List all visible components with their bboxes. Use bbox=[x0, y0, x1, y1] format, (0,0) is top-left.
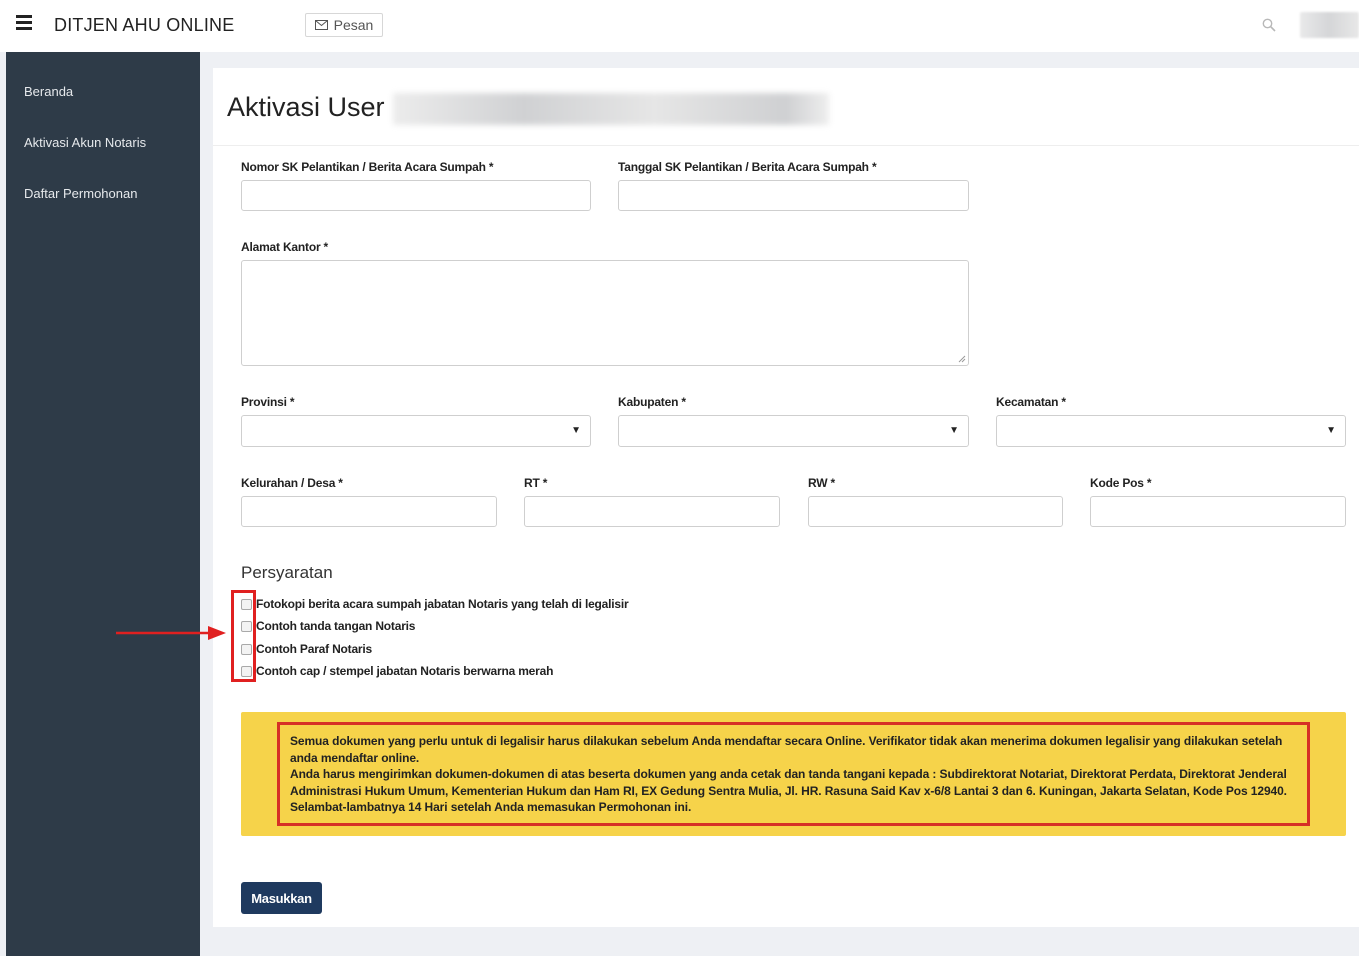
rw-label: RW * bbox=[808, 476, 835, 490]
requirement-item[interactable]: Contoh Paraf Notaris bbox=[241, 639, 372, 659]
submit-button[interactable]: Masukkan bbox=[241, 882, 322, 914]
redacted-user-name bbox=[393, 93, 829, 125]
sidebar: Beranda Aktivasi Akun Notaris Daftar Per… bbox=[6, 52, 200, 956]
chevron-down-icon: ▼ bbox=[571, 425, 581, 436]
tanggal-sk-label: Tanggal SK Pelantikan / Berita Acara Sum… bbox=[618, 160, 877, 174]
kabupaten-select[interactable]: ▼ bbox=[618, 415, 969, 447]
hamburger-menu-icon[interactable] bbox=[16, 15, 36, 35]
kelurahan-label: Kelurahan / Desa * bbox=[241, 476, 343, 490]
title-divider bbox=[213, 145, 1359, 146]
checkbox-highlight-box bbox=[231, 590, 256, 682]
requirement-label: Contoh cap / stempel jabatan Notaris ber… bbox=[256, 664, 554, 678]
notice-highlight-box: Semua dokumen yang perlu untuk di legali… bbox=[277, 722, 1310, 826]
requirement-item[interactable]: Contoh cap / stempel jabatan Notaris ber… bbox=[241, 661, 553, 681]
requirement-label: Contoh Paraf Notaris bbox=[256, 642, 373, 656]
tanggal-sk-input[interactable] bbox=[618, 180, 969, 211]
app-title[interactable]: DITJEN AHU ONLINE bbox=[54, 15, 234, 36]
kode-pos-label: Kode Pos * bbox=[1090, 476, 1152, 490]
rw-input[interactable] bbox=[808, 496, 1063, 527]
chevron-down-icon: ▼ bbox=[1326, 425, 1336, 436]
alamat-kantor-label: Alamat Kantor * bbox=[241, 240, 329, 254]
chevron-down-icon: ▼ bbox=[949, 425, 959, 436]
kecamatan-select[interactable]: ▼ bbox=[996, 415, 1346, 447]
notice-banner: Semua dokumen yang perlu untuk di legali… bbox=[241, 712, 1346, 836]
requirement-item[interactable]: Fotokopi berita acara sumpah jabatan Not… bbox=[241, 594, 629, 614]
kabupaten-label: Kabupaten * bbox=[618, 395, 686, 409]
kode-pos-input[interactable] bbox=[1090, 496, 1346, 527]
alamat-kantor-textarea[interactable] bbox=[241, 260, 969, 366]
kecamatan-label: Kecamatan * bbox=[996, 395, 1066, 409]
sidebar-item-beranda[interactable]: Beranda bbox=[6, 52, 200, 103]
annotation-arrow-icon bbox=[116, 626, 226, 640]
requirement-item[interactable]: Contoh tanda tangan Notaris bbox=[241, 616, 415, 636]
search-icon[interactable] bbox=[1262, 18, 1276, 32]
sidebar-item-daftar-permohonan[interactable]: Daftar Permohonan bbox=[6, 154, 200, 205]
main-panel: Aktivasi User Nomor SK Pelantikan / Beri… bbox=[213, 68, 1359, 927]
requirements-title: Persyaratan bbox=[241, 563, 333, 582]
top-bar: DITJEN AHU ONLINE Pesan bbox=[0, 0, 1359, 52]
kelurahan-input[interactable] bbox=[241, 496, 497, 527]
nomor-sk-label: Nomor SK Pelantikan / Berita Acara Sumpa… bbox=[241, 160, 494, 174]
requirement-label: Fotokopi berita acara sumpah jabatan Not… bbox=[256, 597, 629, 611]
user-menu[interactable] bbox=[1300, 12, 1359, 38]
notice-paragraph-2: Anda harus mengirimkan dokumen-dokumen d… bbox=[290, 767, 1287, 814]
provinsi-label: Provinsi * bbox=[241, 395, 295, 409]
envelope-icon bbox=[314, 20, 328, 30]
message-button-label: Pesan bbox=[333, 17, 374, 33]
rt-label: RT * bbox=[524, 476, 548, 490]
rt-input[interactable] bbox=[524, 496, 780, 527]
sidebar-item-aktivasi-akun-notaris[interactable]: Aktivasi Akun Notaris bbox=[6, 103, 200, 154]
resize-grip-icon[interactable] bbox=[958, 355, 966, 363]
message-button[interactable]: Pesan bbox=[305, 13, 383, 37]
notice-paragraph-1: Semua dokumen yang perlu untuk di legali… bbox=[290, 734, 1283, 765]
nomor-sk-input[interactable] bbox=[241, 180, 591, 211]
page-title: Aktivasi User bbox=[227, 92, 385, 122]
requirement-label: Contoh tanda tangan Notaris bbox=[256, 619, 416, 633]
provinsi-select[interactable]: ▼ bbox=[241, 415, 591, 447]
